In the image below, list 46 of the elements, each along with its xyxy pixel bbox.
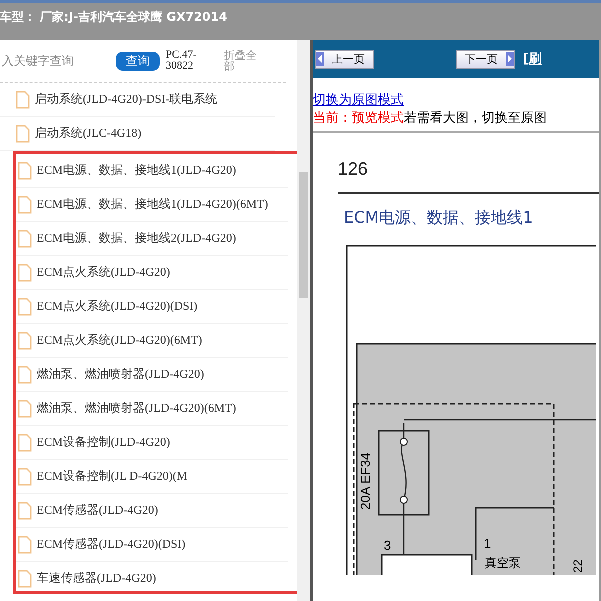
- document-icon: [18, 264, 32, 282]
- document-icon: [18, 366, 32, 384]
- next-page-button[interactable]: 下一页: [456, 50, 515, 68]
- page-number: 126: [338, 159, 599, 194]
- wiring-diagram-drawing: 20A EF34 3 1 22 真空泵: [346, 245, 596, 575]
- file-list-item[interactable]: ECM电源、数据、接地线2(JLD-4G20): [16, 222, 288, 256]
- document-icon: [18, 230, 32, 248]
- file-list-item[interactable]: ECM传感器(JLD-4G20)(DSI): [16, 528, 288, 562]
- refresh-link[interactable]: [刷: [523, 50, 542, 68]
- search-button[interactable]: 查询: [116, 52, 160, 70]
- file-list-item[interactable]: ECM电源、数据、接地线1(JLD-4G20)(6MT): [16, 188, 288, 222]
- file-list-item[interactable]: ECM电源、数据、接地线1(JLD-4G20): [16, 154, 288, 188]
- left-arrow-icon: [316, 52, 324, 66]
- document-icon: [18, 468, 32, 486]
- document-icon: [18, 536, 32, 554]
- part-code: PC.47-30822: [166, 50, 198, 72]
- document-icon: [18, 570, 32, 588]
- document-icon: [16, 124, 30, 142]
- previous-page-button[interactable]: 上一页: [315, 50, 374, 68]
- file-list-item[interactable]: ECM点火系统(JLD-4G20): [16, 256, 288, 290]
- document-icon: [18, 162, 32, 180]
- mode-hint: 若需看大图，切换至原图: [404, 111, 547, 126]
- file-list-item[interactable]: 启动系统(JLD-4G20)-DSI-联电系统: [0, 83, 275, 117]
- file-list-item[interactable]: ECM设备控制(JL D-4G20)(M: [16, 460, 288, 494]
- document-icon: [18, 400, 32, 418]
- file-list-item[interactable]: ECM设备控制(JLD-4G20): [16, 426, 288, 460]
- switch-mode-link[interactable]: 切换为原图模式: [313, 91, 599, 109]
- mode-status: 当前：预览模式: [313, 111, 404, 126]
- scrollbar[interactable]: [297, 40, 310, 601]
- document-icon: [18, 332, 32, 350]
- document-icon: [18, 502, 32, 520]
- document-icon: [18, 298, 32, 316]
- file-list-item[interactable]: ECM点火系统(JLD-4G20)(6MT): [16, 324, 288, 358]
- page-title: ECM电源、数据、接地线1: [344, 208, 534, 229]
- document-icon: [18, 434, 32, 452]
- file-list-item[interactable]: 启动系统(JLC-4G18): [0, 117, 275, 151]
- scrollbar-thumb[interactable]: [299, 172, 308, 298]
- file-list-item[interactable]: 燃油泵、燃油喷射器(JLD-4G20): [16, 358, 288, 392]
- file-list-item[interactable]: 车速传感器(JLD-4G20): [16, 562, 288, 591]
- vehicle-title: 车型： 厂家:J-吉利汽车全球鹰 GX72014: [0, 10, 228, 24]
- right-arrow-icon: [506, 52, 514, 66]
- file-list-item[interactable]: ECM点火系统(JLD-4G20)(DSI): [16, 290, 288, 324]
- file-list-item[interactable]: 燃油泵、燃油喷射器(JLD-4G20)(6MT): [16, 392, 288, 426]
- file-list-item[interactable]: ECM传感器(JLD-4G20): [16, 494, 288, 528]
- document-icon: [18, 196, 32, 214]
- document-icon: [16, 90, 30, 108]
